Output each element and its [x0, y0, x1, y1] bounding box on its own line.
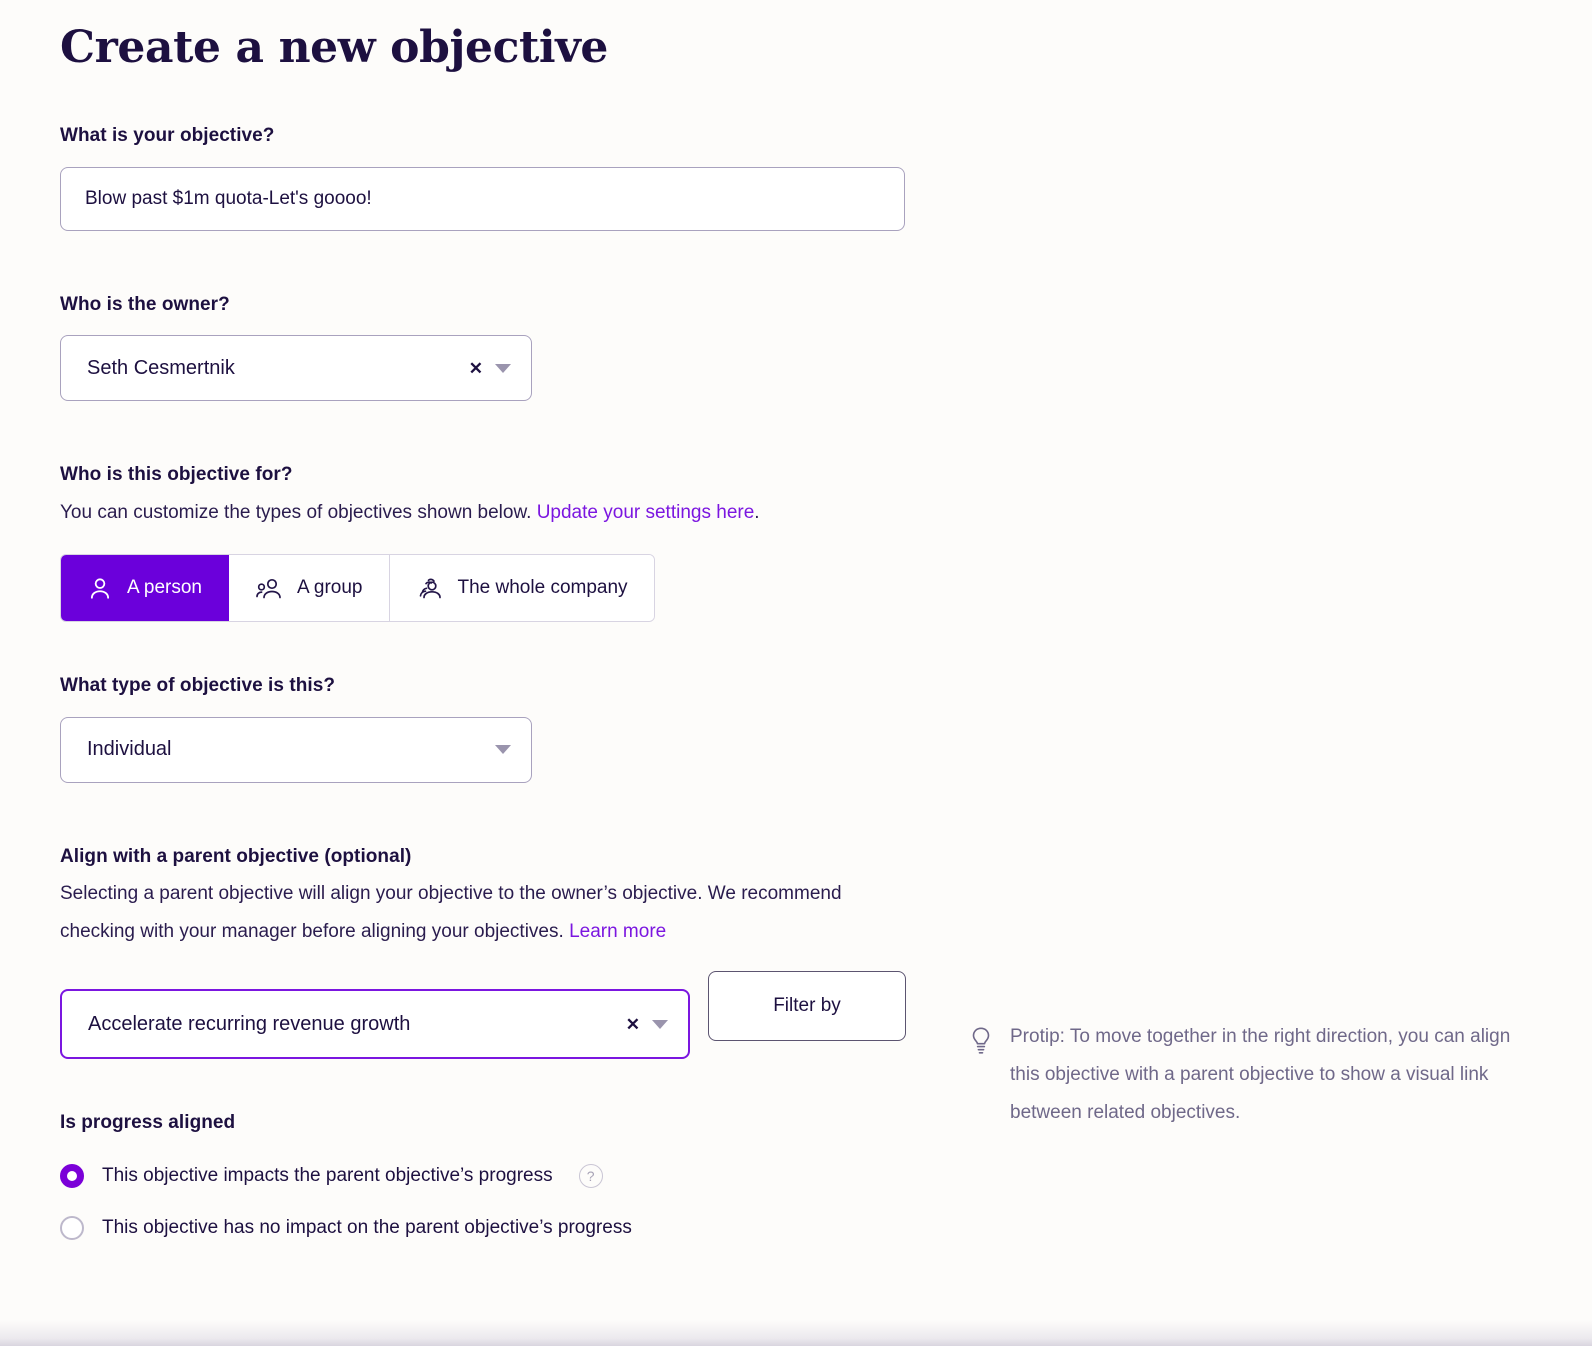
owner-field-group: Who is the owner? Seth Cesmertnik ✕ [60, 293, 960, 402]
group-icon [255, 575, 283, 601]
audience-option-a-group[interactable]: A group [229, 555, 390, 622]
radio-button[interactable] [60, 1164, 84, 1189]
radio-label: This objective has no impact on the pare… [102, 1217, 632, 1239]
audience-option-whole-company[interactable]: The whole company [389, 555, 654, 622]
protip-text: Protip: To move together in the right di… [1010, 1026, 1511, 1123]
objective-field-label: What is your objective? [60, 125, 275, 146]
parent-objective-description-text: Selecting a parent objective will align … [60, 883, 842, 943]
objective-type-select[interactable]: Individual [60, 716, 532, 783]
owner-select[interactable]: Seth Cesmertnik ✕ [60, 335, 532, 402]
lightbulb-icon [968, 1026, 994, 1061]
parent-objective-row: Accelerate recurring revenue growth ✕ Fi… [60, 971, 960, 1060]
chevron-down-icon[interactable] [495, 363, 511, 373]
radio-button[interactable] [60, 1216, 84, 1241]
objective-field-group: What is your objective? [60, 124, 960, 231]
close-icon[interactable]: ✕ [465, 360, 493, 377]
audience-group: Who is this objective for? You can custo… [60, 463, 960, 623]
radio-option-no-impact[interactable]: This objective has no impact on the pare… [60, 1216, 960, 1241]
close-icon[interactable]: ✕ [622, 1016, 650, 1033]
radio-option-impacts-parent[interactable]: This objective impacts the parent object… [60, 1164, 960, 1189]
learn-more-link[interactable]: Learn more [569, 921, 666, 942]
audience-option-label: The whole company [457, 577, 628, 599]
question-circle-icon[interactable]: ? [578, 1164, 603, 1189]
protip-panel: Protip: To move together in the right di… [968, 1018, 1528, 1132]
parent-objective-select[interactable]: Accelerate recurring revenue growth ✕ [60, 989, 690, 1060]
owner-field-label: Who is the owner? [60, 293, 230, 315]
parent-objective-group: Align with a parent objective (optional)… [60, 845, 960, 1060]
parent-objective-value: Accelerate recurring revenue growth [88, 1012, 411, 1035]
person-icon [87, 575, 113, 601]
audience-description: You can customize the types of objective… [60, 494, 910, 532]
chevron-down-icon[interactable] [652, 1019, 668, 1029]
parent-objective-description: Selecting a parent objective will align … [60, 875, 910, 951]
objective-input[interactable] [60, 166, 905, 231]
objective-type-value: Individual [87, 738, 172, 761]
audience-option-label: A group [297, 577, 363, 599]
progress-alignment-label: Is progress aligned [60, 1112, 236, 1134]
audience-option-a-person[interactable]: A person [61, 555, 229, 622]
objective-type-group: What type of objective is this? Individu… [60, 674, 960, 783]
page-title: Create a new objective [60, 22, 608, 73]
progress-alignment-group: Is progress aligned This objective impac… [60, 1111, 960, 1241]
owner-selected-value: Seth Cesmertnik [87, 356, 235, 379]
progress-alignment-radios: This objective impacts the parent object… [60, 1164, 960, 1241]
objective-type-label: What type of objective is this? [60, 675, 335, 697]
chevron-down-icon[interactable] [495, 745, 511, 755]
audience-option-label: A person [127, 577, 202, 599]
filter-by-button[interactable]: Filter by [708, 971, 906, 1042]
update-settings-link[interactable]: Update your settings here [537, 502, 755, 523]
company-icon [416, 575, 444, 601]
protip: Protip: To move together in the right di… [968, 1018, 1528, 1132]
audience-description-prefix: You can customize the types of objective… [60, 502, 537, 524]
radio-label: This objective impacts the parent object… [102, 1165, 553, 1187]
audience-description-suffix: . [754, 502, 760, 524]
parent-objective-label: Align with a parent objective (optional) [60, 845, 412, 867]
objective-form: What is your objective? Who is the owner… [60, 124, 960, 1268]
bottom-scroll-shadow [0, 1320, 1592, 1346]
create-objective-modal: Create a new objective What is your obje… [0, 0, 1592, 1346]
audience-label: Who is this objective for? [60, 464, 293, 486]
audience-segmented-control[interactable]: A person A group The whole company [60, 554, 655, 623]
